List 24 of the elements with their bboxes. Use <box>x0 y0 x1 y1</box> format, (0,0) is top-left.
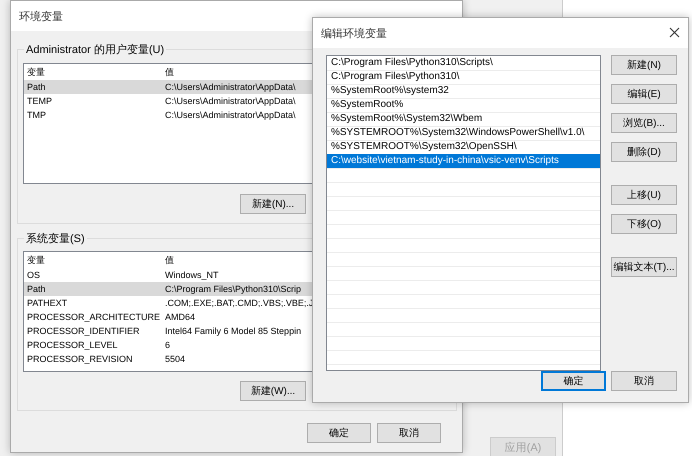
variable-name: Path <box>26 283 47 296</box>
variable-name: PROCESSOR_LEVEL <box>26 339 119 352</box>
variable-value: Windows_NT <box>164 269 220 282</box>
window-title: 环境变量 <box>19 10 63 24</box>
variable-value: C:\Program Files\Python310\Scrip <box>164 283 302 296</box>
variable-value: Intel64 Family 6 Model 85 Steppin <box>164 325 302 338</box>
group-title: Administrator 的用户变量(U) <box>24 42 166 57</box>
variable-value: C:\Users\Administrator\AppData\ <box>164 81 297 94</box>
variable-name: PROCESSOR_ARCHITECTURE <box>26 311 162 324</box>
variable-name: PROCESSOR_REVISION <box>26 353 134 366</box>
variable-name: PATHEXT <box>26 297 68 310</box>
variable-value: C:\Users\Administrator\AppData\ <box>164 95 297 108</box>
variable-value: AMD64 <box>164 311 196 324</box>
variable-value: .COM;.EXE;.BAT;.CMD;.VBS;.VBE;.J <box>164 297 314 310</box>
variable-value: 5504 <box>164 353 186 366</box>
variable-name: TMP <box>26 109 47 122</box>
dialog-title: 编辑环境变量 <box>321 26 387 40</box>
variable-name: TEMP <box>26 95 54 108</box>
variable-name: PROCESSOR_IDENTIFIER <box>26 325 141 338</box>
variable-name: OS <box>26 269 42 282</box>
group-title: 系统变量(S) <box>24 231 87 246</box>
variable-value: C:\Users\Administrator\AppData\ <box>164 109 297 122</box>
variable-name: Path <box>26 81 47 94</box>
variable-value: 6 <box>164 339 172 352</box>
